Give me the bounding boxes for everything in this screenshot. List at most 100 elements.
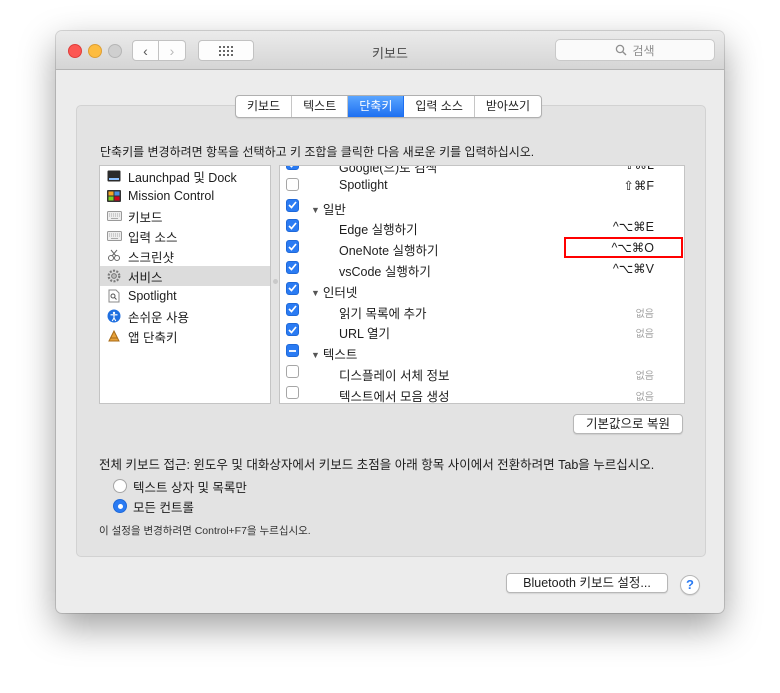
category-label: 손쉬운 사용 <box>128 310 189 325</box>
search-icon <box>616 44 627 56</box>
category-item-mission-control[interactable]: Mission Control <box>100 186 270 206</box>
services-gear-icon <box>106 269 122 283</box>
split-view-divider-handle[interactable] <box>273 279 278 284</box>
shortcut-label: Spotlight <box>339 177 388 192</box>
shortcut-group-row[interactable]: ▼ 텍스트 <box>280 341 684 362</box>
group-checkbox[interactable] <box>286 198 299 212</box>
tab-keyboard[interactable]: 키보드 <box>236 96 293 117</box>
help-button[interactable]: ? <box>680 575 700 595</box>
category-label: 스크린샷 <box>128 250 175 265</box>
category-label: Spotlight <box>128 289 177 303</box>
bluetooth-keyboard-setup-button[interactable]: Bluetooth 키보드 설정... <box>506 573 668 593</box>
category-label: 앱 단축키 <box>128 330 178 345</box>
shortcut-group-row[interactable]: ▼ 인터넷 <box>280 279 684 300</box>
keyboard-icon <box>106 209 122 223</box>
category-label: Mission Control <box>128 189 215 203</box>
disclosure-triangle-icon[interactable]: ▼ <box>311 350 320 360</box>
checkmark-icon <box>288 284 297 293</box>
shortcut-key[interactable]: 없음 <box>636 388 654 403</box>
category-label: 입력 소스 <box>128 230 178 245</box>
tab-input-sources[interactable]: 입력 소스 <box>404 96 475 117</box>
shortcut-label: 읽기 목록에 추가 <box>339 306 427 321</box>
checkmark-icon <box>288 243 297 251</box>
input-sources-icon <box>106 229 122 243</box>
category-item-spotlight[interactable]: Spotlight <box>100 286 270 306</box>
shortcut-label: URL 열기 <box>339 327 391 342</box>
control-f7-note: 이 설정을 변경하려면 Control+F7을 누르십시오. <box>99 525 311 537</box>
shortcut-checkbox[interactable] <box>286 240 299 254</box>
shortcut-key[interactable]: 없음 <box>636 305 654 320</box>
shortcut-checkbox[interactable] <box>286 364 299 378</box>
category-item-launchpad-dock[interactable]: Launchpad 및 Dock <box>100 166 270 186</box>
shortcut-key[interactable]: 없음 <box>636 367 654 382</box>
shortcut-key[interactable]: 없음 <box>636 325 654 340</box>
spotlight-icon <box>106 289 122 303</box>
checkmark-icon <box>288 222 297 230</box>
shortcut-checkbox[interactable] <box>286 323 299 337</box>
shortcut-checkbox[interactable] <box>286 260 299 274</box>
category-label: Launchpad 및 Dock <box>128 170 237 185</box>
app-shortcuts-icon <box>106 329 122 343</box>
title-bar: ‹ › 키보드 검색 <box>56 31 724 70</box>
checkmark-icon <box>288 326 297 334</box>
radio-text-boxes-and-lists[interactable]: 텍스트 상자 및 목록만 <box>113 478 247 495</box>
checkmark-icon <box>288 263 297 272</box>
shortcut-row[interactable]: Edge 실행하기 ^⌥⌘E <box>280 216 684 237</box>
category-label: 서비스 <box>128 270 163 285</box>
group-checkbox[interactable] <box>286 281 299 295</box>
search-placeholder: 검색 <box>632 43 655 58</box>
group-checkbox[interactable] <box>286 344 299 358</box>
checkmark-icon <box>288 305 297 313</box>
shortcut-row[interactable]: 텍스트에서 모음 생성 없음 <box>280 383 684 403</box>
shortcut-checkbox[interactable] <box>286 385 299 399</box>
shortcut-checkbox[interactable] <box>286 177 299 191</box>
tab-shortcuts[interactable]: 단축키 <box>348 96 405 117</box>
category-item-screenshots[interactable]: 스크린샷 <box>100 246 270 266</box>
radio-button[interactable] <box>113 479 127 493</box>
shortcut-checkbox[interactable] <box>286 219 299 233</box>
group-label: 텍스트 <box>322 348 358 363</box>
tab-dictation[interactable]: 받아쓰기 <box>475 96 541 117</box>
shortcut-key[interactable]: ^⌥⌘V <box>613 261 654 276</box>
shortcut-key[interactable]: ⇧⌘F <box>623 178 654 193</box>
category-item-app-shortcuts[interactable]: 앱 단축키 <box>100 326 270 346</box>
shortcut-label: 디스플레이 서체 정보 <box>339 368 450 383</box>
screenshot-icon <box>106 249 122 263</box>
radio-button[interactable] <box>113 499 127 513</box>
shortcut-row[interactable]: Google(으)로 검색 ⇧⌘L <box>280 166 684 175</box>
category-label: 키보드 <box>128 210 163 225</box>
shortcut-key[interactable]: ⇧⌘L <box>624 166 654 172</box>
shortcut-row[interactable]: 읽기 목록에 추가 없음 <box>280 300 684 321</box>
shortcut-row[interactable]: Spotlight ⇧⌘F <box>280 175 684 196</box>
shortcut-row[interactable]: URL 열기 없음 <box>280 320 684 341</box>
group-label: 인터넷 <box>322 285 358 300</box>
shortcut-key[interactable]: ^⌥⌘E <box>613 219 654 234</box>
tab-text[interactable]: 텍스트 <box>292 96 349 117</box>
mission-control-icon <box>106 189 122 203</box>
shortcut-checkbox[interactable] <box>286 302 299 316</box>
category-list: Launchpad 및 Dock Mission Control 키보드 입력 … <box>99 165 271 404</box>
shortcut-label: OneNote 실행하기 <box>339 244 439 259</box>
launchpad-dock-icon <box>106 169 122 183</box>
accessibility-icon <box>106 309 122 323</box>
shortcut-label: vsCode 실행하기 <box>339 264 431 279</box>
search-field[interactable]: 검색 <box>555 39 715 61</box>
disclosure-triangle-icon[interactable]: ▼ <box>311 205 320 215</box>
disclosure-triangle-icon[interactable]: ▼ <box>311 288 320 298</box>
category-item-keyboard[interactable]: 키보드 <box>100 206 270 226</box>
shortcut-label: Edge 실행하기 <box>339 223 418 238</box>
full-keyboard-access-label: 전체 키보드 접근: 윈도우 및 대화상자에서 키보드 초점을 아래 항목 사이… <box>99 458 655 472</box>
category-item-input-sources[interactable]: 입력 소스 <box>100 226 270 246</box>
shortcut-list: Google(으)로 검색 ⇧⌘L Spotlight ⇧⌘F ▼ 일반 Edge… <box>279 165 685 404</box>
preferences-window: ‹ › 키보드 검색 키보드 텍스트 단축키 입력 소스 받아쓰기 단축키를 변… <box>56 31 724 613</box>
category-item-accessibility[interactable]: 손쉬운 사용 <box>100 306 270 326</box>
category-item-services[interactable]: 서비스 <box>100 266 270 286</box>
shortcut-row[interactable]: vsCode 실행하기 ^⌥⌘V <box>280 258 684 279</box>
shortcut-group-row[interactable]: ▼ 일반 <box>280 196 684 217</box>
instruction-text: 단축키를 변경하려면 항목을 선택하고 키 조합을 클릭한 다음 새로운 키를 … <box>100 145 535 159</box>
checkmark-icon <box>290 166 293 168</box>
shortcut-row[interactable]: 디스플레이 서체 정보 없음 <box>280 362 684 383</box>
restore-defaults-button[interactable]: 기본값으로 복원 <box>573 414 683 434</box>
shortcut-checkbox[interactable] <box>286 166 299 170</box>
radio-all-controls[interactable]: 모든 컨트롤 <box>113 498 194 515</box>
